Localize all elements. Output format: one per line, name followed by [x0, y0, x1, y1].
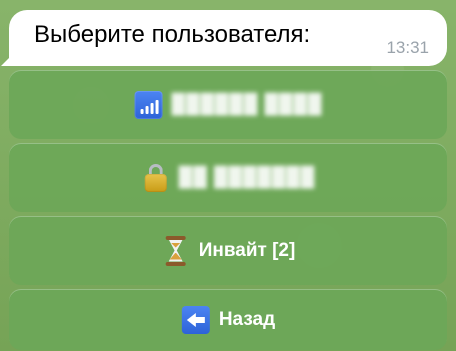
keyboard-button-back[interactable]: Назад	[9, 289, 447, 350]
message-text: Выберите пользователя:	[34, 21, 311, 48]
keyboard-button-content: ██████ ████	[134, 90, 323, 120]
hourglass-icon	[165, 235, 187, 266]
keyboard-button-user-2[interactable]: ██ ███████	[9, 143, 447, 212]
message-time: 13:31	[386, 38, 429, 57]
keyboard-button-label: ██ ███████	[178, 166, 316, 188]
message-bubble: Выберите пользователя: 13:31	[9, 10, 447, 66]
back-arrow-icon	[181, 305, 211, 335]
keyboard-button-label: ██████ ████	[171, 93, 323, 115]
keyboard-button-content: Назад	[181, 305, 275, 335]
back-arrow-icon	[181, 305, 210, 334]
signal-icon	[134, 90, 164, 120]
inline-keyboard: ██████ ████ ██ ███████ Инвайт [2] Назад	[9, 70, 447, 350]
keyboard-button-content: Инвайт [2]	[161, 235, 296, 266]
signal-icon	[134, 90, 163, 119]
hourglass-icon	[161, 235, 191, 266]
keyboard-button-content: ██ ███████	[141, 163, 315, 193]
lock-icon	[142, 163, 170, 193]
lock-icon	[141, 163, 171, 193]
keyboard-button-invite[interactable]: Инвайт [2]	[9, 216, 447, 285]
keyboard-button-label: Инвайт [2]	[198, 239, 296, 261]
keyboard-button-label: Назад	[218, 308, 276, 330]
keyboard-button-user-1[interactable]: ██████ ████	[9, 70, 447, 139]
